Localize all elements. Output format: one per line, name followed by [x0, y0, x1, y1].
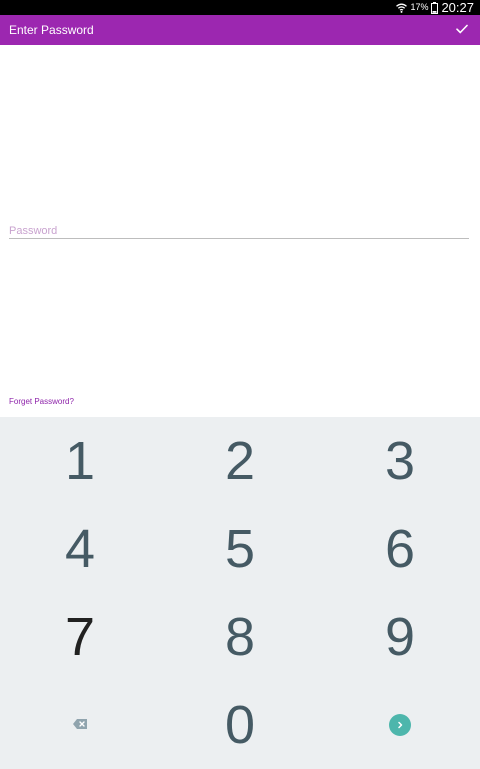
password-input[interactable] [9, 223, 469, 239]
backspace-key[interactable] [0, 681, 160, 769]
key-5-label: 5 [224, 519, 256, 579]
enter-key[interactable] [320, 681, 480, 769]
check-icon [456, 21, 468, 39]
status-indicators: 17% 20:27 [396, 0, 474, 15]
battery-icon [431, 1, 439, 14]
app-bar: Enter Password [0, 15, 480, 45]
key-4-label: 4 [64, 519, 96, 579]
key-1-label: 1 [64, 431, 96, 491]
key-8-label: 8 [224, 607, 256, 667]
page-title: Enter Password [9, 23, 94, 37]
status-bar: 17% 20:27 [0, 0, 480, 15]
enter-button [389, 714, 411, 736]
status-time: 20:27 [441, 0, 474, 15]
backspace-icon [73, 716, 87, 734]
key-0[interactable]: 0 [160, 681, 320, 769]
battery-percent: 17% [410, 2, 429, 12]
arrow-right-icon [396, 716, 404, 734]
key-2[interactable]: 2 [160, 417, 320, 505]
numeric-keypad: 1 2 3 4 5 6 7 8 9 0 [0, 417, 480, 769]
app-root: 17% 20:27 Enter Password Forget Password… [0, 0, 480, 769]
key-6-label: 6 [384, 519, 416, 579]
wifi-icon [396, 3, 408, 13]
key-7-label: 7 [64, 607, 96, 667]
key-3-label: 3 [384, 431, 416, 491]
key-9[interactable]: 9 [320, 593, 480, 681]
key-0-label: 0 [224, 695, 256, 755]
key-2-label: 2 [224, 431, 256, 491]
key-4[interactable]: 4 [0, 505, 160, 593]
key-7[interactable]: 7 [0, 593, 160, 681]
confirm-button[interactable] [450, 15, 474, 45]
key-1[interactable]: 1 [0, 417, 160, 505]
forgot-password-link[interactable]: Forget Password? [9, 397, 74, 406]
key-6[interactable]: 6 [320, 505, 480, 593]
key-5[interactable]: 5 [160, 505, 320, 593]
key-9-label: 9 [384, 607, 416, 667]
key-3[interactable]: 3 [320, 417, 480, 505]
key-8[interactable]: 8 [160, 593, 320, 681]
